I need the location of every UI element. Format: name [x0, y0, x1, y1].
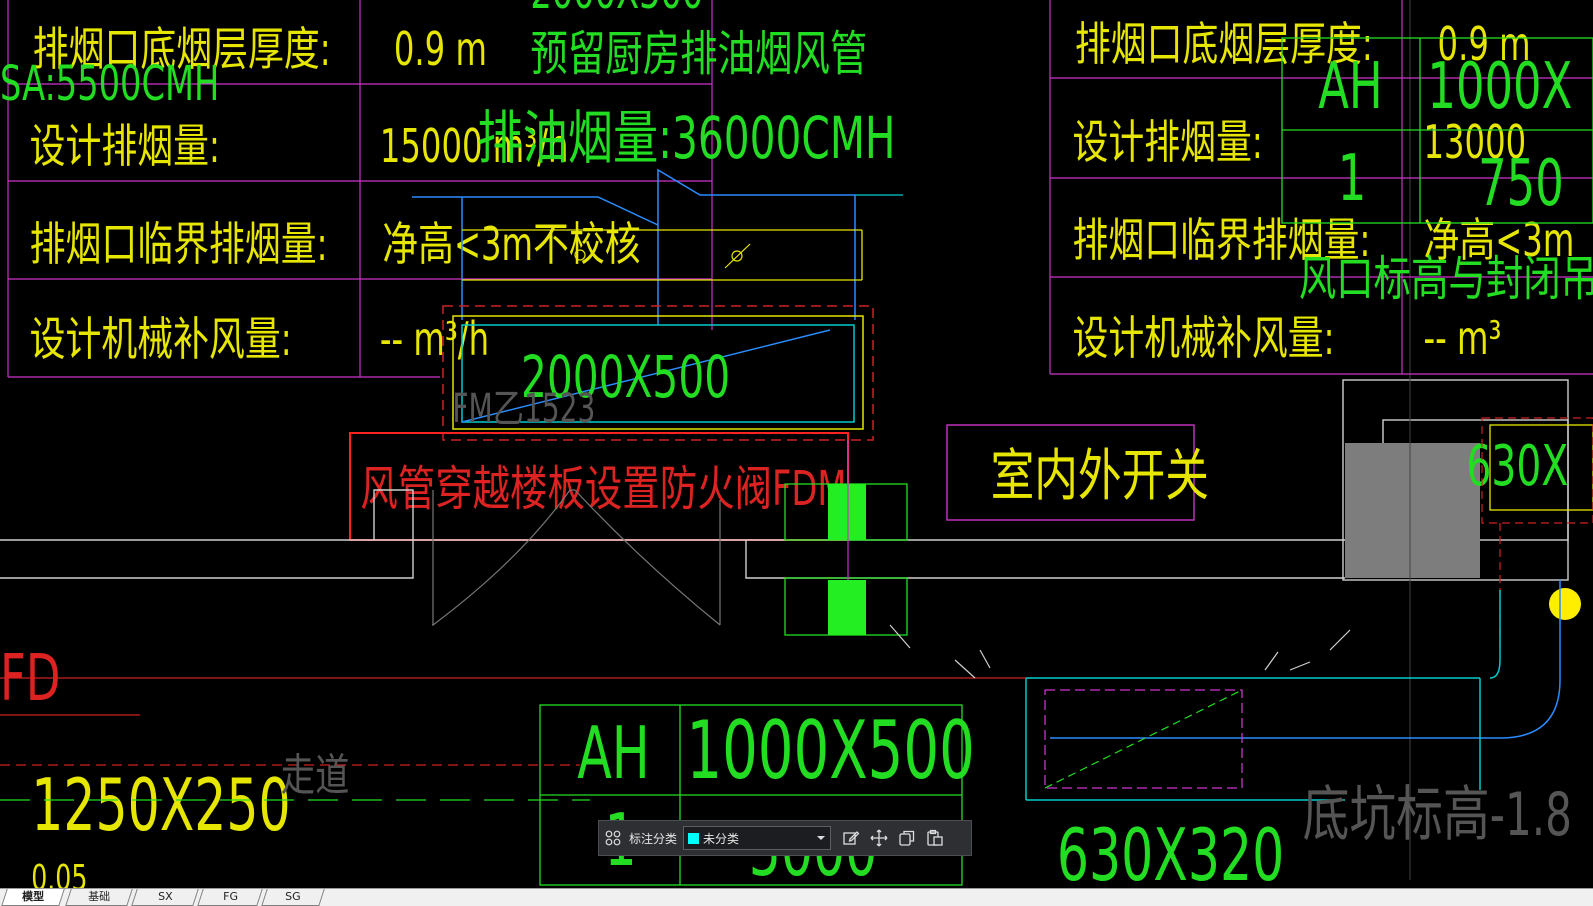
right-ah-size: 1000X	[1427, 49, 1572, 124]
annotation-category-select[interactable]: 未分类	[683, 826, 832, 850]
smoke-volume-label: 排油烟量:36000CMH	[477, 106, 895, 173]
duct-630-label: 630X320	[1057, 814, 1284, 898]
copy-icon[interactable]	[893, 824, 921, 852]
tab-sx-label: SX	[157, 890, 173, 903]
right-ah-size2: 750	[1478, 146, 1564, 221]
tab-foundation[interactable]: 基础	[65, 889, 133, 906]
left-row0-value: 0.9 m	[394, 23, 487, 77]
category-color-swatch	[688, 832, 700, 844]
column-fill	[1345, 443, 1480, 578]
door-code-label: FM乙1523	[452, 386, 595, 432]
annotation-category-toolbar: 标注分类 未分类	[598, 820, 972, 856]
right-note: 风口标高与封闭吊	[1299, 252, 1593, 308]
tab-sg[interactable]: SG	[261, 889, 325, 906]
corridor-label: 走道	[281, 750, 350, 801]
cad-drawing-canvas[interactable]: 排烟口底烟层厚度: 0.9 m 设计排烟量: 15000 m³/h 排烟口临界排…	[0, 0, 1593, 906]
left-row3-label: 设计机械补风量:	[30, 313, 292, 367]
duct-1250-label: 1250X250	[31, 764, 290, 848]
grid-menu-icon[interactable]	[599, 824, 627, 852]
edit-icon[interactable]	[837, 824, 865, 852]
right-ah-label: AH	[1318, 49, 1382, 124]
left-row2-value: 净高<3m不校核	[382, 218, 640, 272]
left-row3-value: -- m³/h	[380, 313, 489, 367]
switch-label: 室内外开关	[991, 443, 1209, 509]
right-row3-value: -- m³	[1424, 312, 1502, 366]
right-row3-label: 设计机械补风量:	[1072, 312, 1334, 366]
bottom-ah-label: AH	[577, 712, 650, 796]
tab-foundation-label: 基础	[88, 890, 111, 903]
fd-left-label: FD	[0, 641, 60, 716]
move-icon[interactable]	[865, 824, 893, 852]
sa-volume-label: SA:5500CMH	[0, 57, 219, 113]
annotation-category-label: 标注分类	[629, 831, 678, 846]
pit-label: 底坑标高-1.8	[1303, 779, 1572, 849]
tab-fg-label: FG	[222, 890, 238, 903]
right-ah-num: 1	[1338, 141, 1367, 216]
kitchen-duct-label: 预留厨房排油烟风管	[530, 27, 867, 83]
top-size-label: 2000X500	[530, 0, 703, 20]
right-row1-label: 设计排烟量:	[1072, 116, 1262, 170]
left-row1-label: 设计排烟量:	[30, 120, 220, 174]
tab-model[interactable]: 模型	[1, 889, 65, 906]
tab-sx[interactable]: SX	[131, 889, 199, 906]
left-row2-label: 排烟口临界排烟量:	[30, 218, 328, 272]
bottom-ah-size: 1000X500	[686, 703, 974, 797]
category-selected-value: 未分类	[703, 831, 740, 846]
layout-tab-bar: 模型 基础 SX FG SG	[0, 888, 1593, 906]
tab-sg-label: SG	[285, 890, 301, 903]
tab-model-label: 模型	[22, 890, 45, 903]
tab-fg[interactable]: FG	[197, 889, 263, 906]
paste-icon[interactable]	[921, 824, 949, 852]
chevron-down-icon	[817, 836, 826, 840]
